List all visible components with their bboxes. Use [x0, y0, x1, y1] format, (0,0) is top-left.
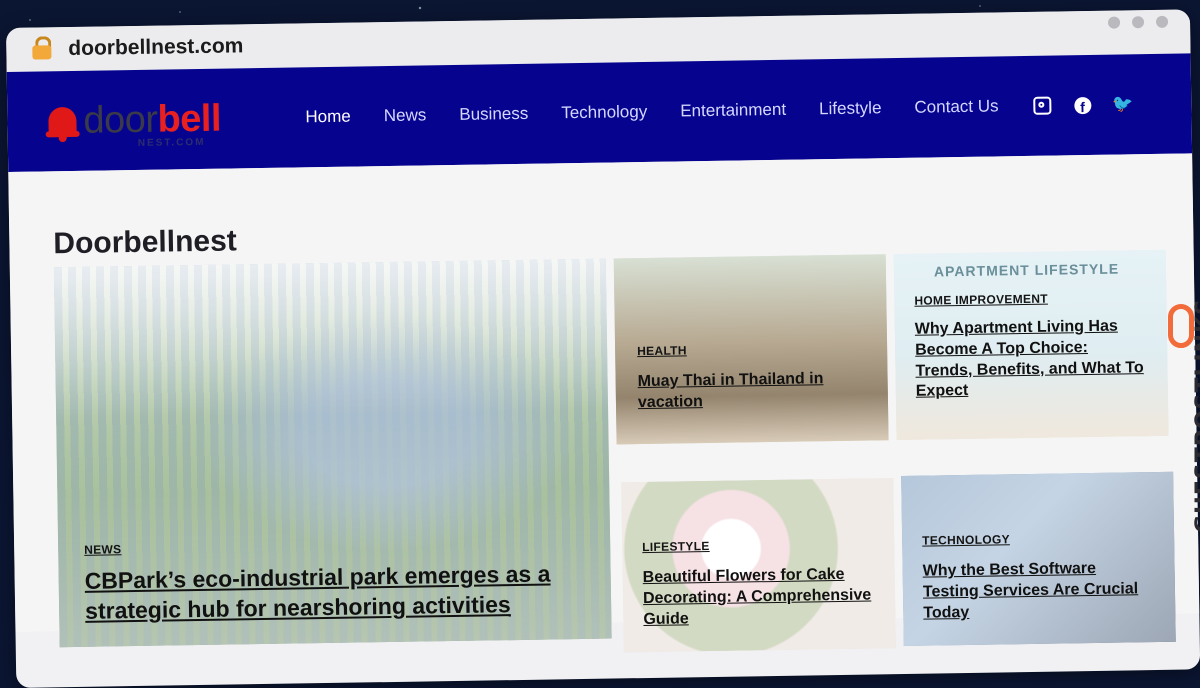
guestpostlinks-watermark: GUESTPOSTLINKS — [1158, 60, 1200, 533]
page-title: Doorbellnest — [53, 224, 237, 261]
article-category[interactable]: HOME IMPROVEMENT — [914, 292, 1048, 308]
url-text[interactable]: doorbellnest.com — [68, 34, 243, 61]
bell-icon — [45, 101, 80, 143]
logo-wordmark: doorbell — [83, 97, 222, 142]
article-title[interactable]: Why Apartment Living Has Become A Top Ch… — [915, 316, 1146, 403]
article-category[interactable]: NEWS — [84, 542, 121, 557]
image-banner-text: APARTMENT LIFESTYLE — [933, 260, 1120, 280]
article-category[interactable]: HEALTH — [637, 343, 687, 358]
article-category[interactable]: LIFESTYLE — [642, 539, 710, 554]
social-links: f 🐦 — [1033, 94, 1133, 115]
article-card[interactable]: APARTMENT LIFESTYLE HOME IMPROVEMENT Why… — [893, 249, 1169, 441]
link-icon — [1168, 304, 1194, 348]
facebook-icon[interactable]: f — [1073, 96, 1092, 115]
article-title[interactable]: Beautiful Flowers for Cake Decorating: A… — [643, 564, 874, 630]
nav-item-technology[interactable]: Technology — [561, 102, 647, 123]
article-title[interactable]: Why the Best Software Testing Services A… — [922, 558, 1153, 624]
article-title[interactable]: Muay Thai in Thailand in vacation — [637, 369, 848, 414]
main-nav: Home News Business Technology Entertainm… — [305, 94, 1133, 128]
article-card[interactable]: HEALTH Muay Thai in Thailand in vacation — [613, 254, 889, 445]
window-dot-icon[interactable] — [1131, 16, 1145, 29]
instagram-icon[interactable] — [1033, 96, 1052, 115]
browser-window: doorbellnest.com doorbell NEST.COM Home … — [6, 9, 1200, 688]
nav-item-entertainment[interactable]: Entertainment — [680, 100, 786, 122]
twitter-icon[interactable]: 🐦 — [1112, 94, 1133, 113]
article-title[interactable]: CBPark’s eco-industrial park emerges as … — [84, 559, 565, 626]
logo-subtitle: NEST.COM — [137, 136, 206, 149]
window-controls — [1107, 15, 1169, 29]
nav-item-lifestyle[interactable]: Lifestyle — [819, 98, 882, 119]
window-dot-icon[interactable] — [1107, 16, 1121, 29]
site-logo[interactable]: doorbell NEST.COM — [45, 97, 286, 149]
nav-item-business[interactable]: Business — [459, 104, 528, 125]
nav-item-news[interactable]: News — [384, 105, 427, 126]
nav-item-contact[interactable]: Contact Us — [914, 96, 998, 117]
article-card[interactable]: LIFESTYLE Beautiful Flowers for Cake Dec… — [621, 478, 896, 653]
featured-article-card[interactable]: NEWS CBPark’s eco-industrial park emerge… — [53, 258, 612, 648]
site-header: doorbell NEST.COM Home News Business Tec… — [6, 53, 1193, 172]
window-dot-icon[interactable] — [1155, 15, 1169, 28]
nav-item-home[interactable]: Home — [305, 107, 351, 128]
article-category[interactable]: TECHNOLOGY — [922, 532, 1010, 547]
article-card[interactable]: TECHNOLOGY Why the Best Software Testing… — [901, 471, 1176, 646]
main-content: Doorbellnest NEWS CBPark’s eco-industria… — [8, 153, 1200, 653]
lock-icon — [32, 36, 52, 62]
